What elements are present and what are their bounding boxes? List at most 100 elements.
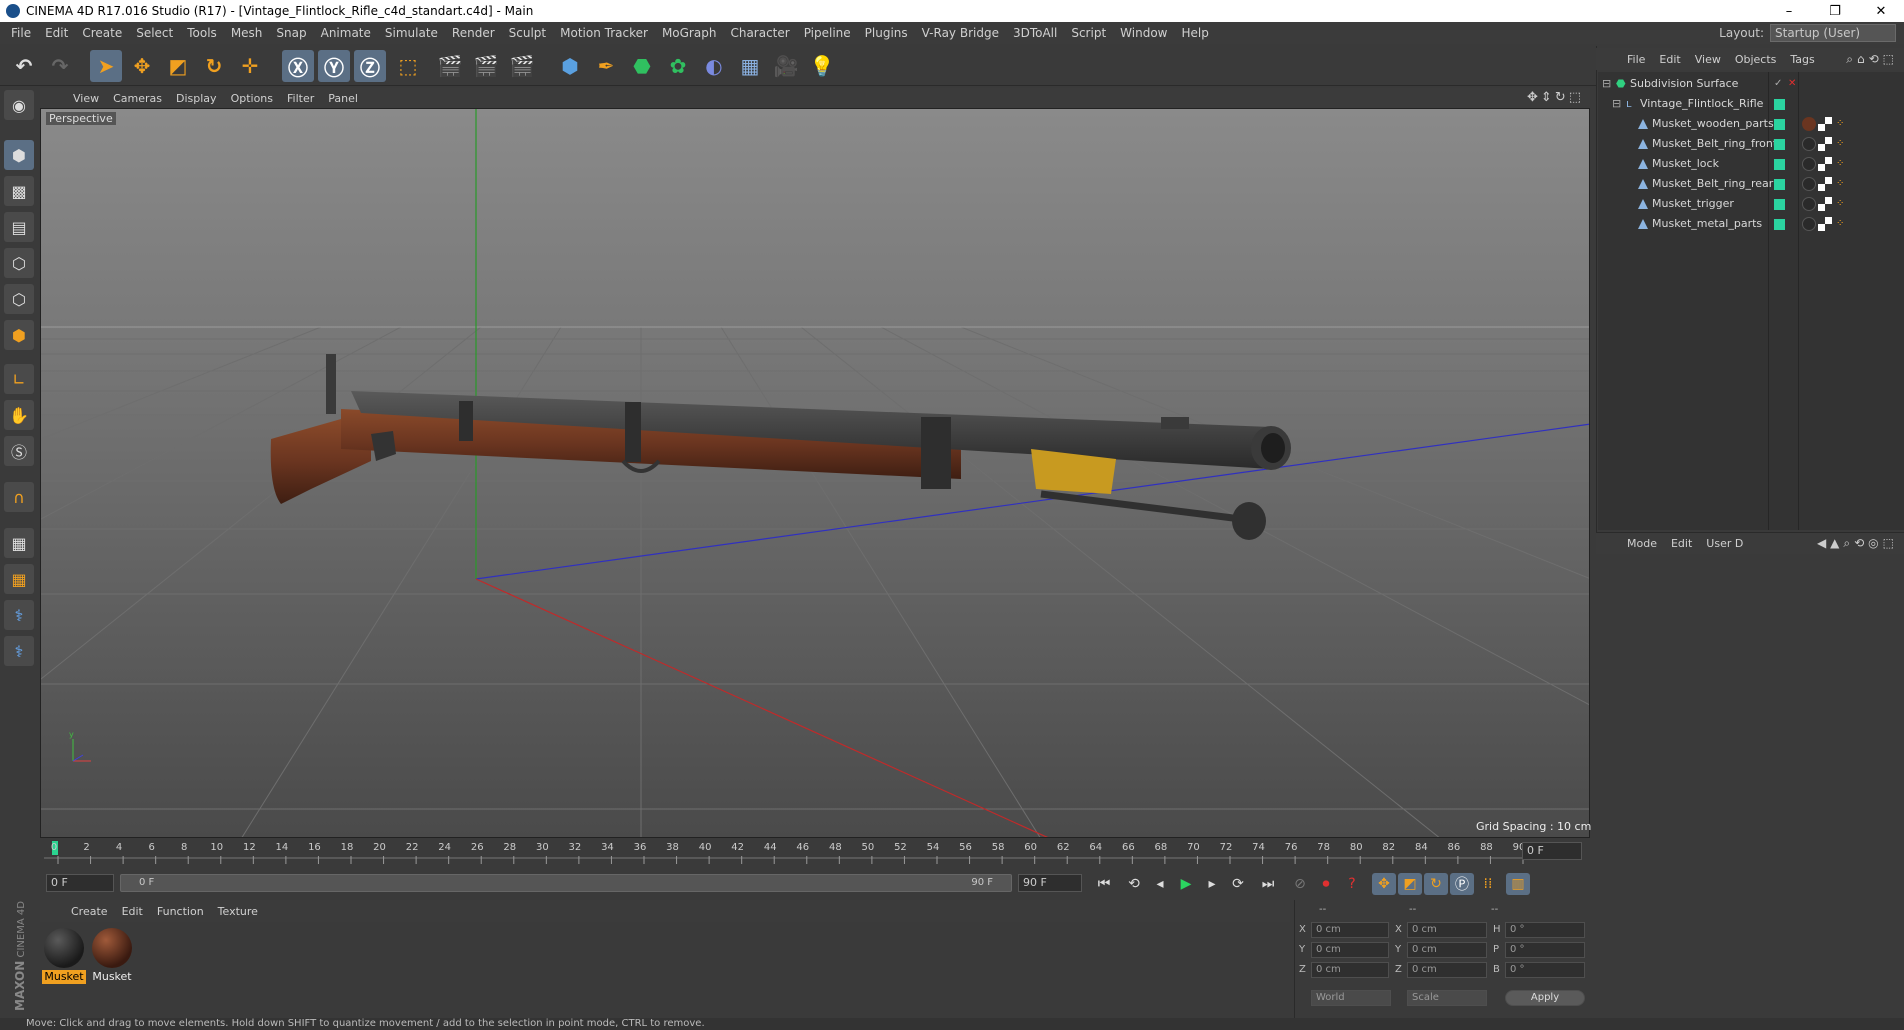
light-icon[interactable]: 💡 [806, 50, 838, 82]
next-key-icon[interactable]: ⟳ [1226, 873, 1250, 895]
menu-3dtoall[interactable]: 3DToAll [1006, 26, 1064, 40]
layer-color-icon[interactable] [1774, 119, 1785, 130]
uvw-tag-icon[interactable] [1818, 157, 1832, 171]
menu-sculpt[interactable]: Sculpt [502, 26, 553, 40]
material-menu-edit[interactable]: Edit [115, 905, 150, 918]
objects-search-home-icons[interactable]: ⌕⌂⟲⬚ [1846, 52, 1898, 67]
layer-color-icon[interactable] [1774, 139, 1785, 150]
locked-workplane-icon[interactable]: ▦ [4, 564, 34, 594]
material-menu-function[interactable]: Function [150, 905, 211, 918]
play-icon[interactable]: ▶ [1174, 873, 1198, 895]
axis-mode-icon[interactable]: ∟ [4, 364, 34, 394]
live-selection-icon[interactable]: ➤ [90, 50, 122, 82]
menu-mesh[interactable]: Mesh [224, 26, 270, 40]
menu-render[interactable]: Render [445, 26, 502, 40]
camera-icon[interactable]: 🎥 [770, 50, 802, 82]
objects-menu-edit[interactable]: Edit [1652, 53, 1687, 66]
layer-color-icon[interactable] [1774, 199, 1785, 210]
current-frame-field[interactable]: 0 F [1522, 842, 1582, 860]
layer-color-icon[interactable] [1774, 99, 1785, 110]
position-x-field[interactable]: 0 cm [1311, 922, 1389, 938]
restore-button[interactable]: ❐ [1812, 0, 1858, 22]
make-editable-icon[interactable]: ◉ [4, 90, 34, 120]
model-mode-icon[interactable]: ⬢ [4, 140, 34, 170]
redo-icon[interactable]: ↷ [44, 50, 76, 82]
attributes-nav-icons[interactable]: ◀▲⌕⟲◎⬚ [1817, 536, 1898, 551]
uvw-tag-icon[interactable] [1818, 117, 1832, 131]
phong-tag-icon[interactable]: ⁘ [1836, 214, 1844, 234]
undo-icon[interactable]: ↶ [8, 50, 40, 82]
snap-icon[interactable]: Ⓢ [4, 436, 34, 466]
rotation-p-field[interactable]: 0 ° [1505, 942, 1585, 958]
python-script-2-icon[interactable]: ⚕ [4, 636, 34, 666]
menu-script[interactable]: Script [1064, 26, 1113, 40]
menu-select[interactable]: Select [129, 26, 180, 40]
deformer-icon[interactable]: ◐ [698, 50, 730, 82]
menu-create[interactable]: Create [75, 26, 129, 40]
material-tag-icon[interactable] [1802, 117, 1816, 131]
position-y-field[interactable]: 0 cm [1311, 942, 1389, 958]
tweak-mode-icon[interactable]: ✋ [4, 400, 34, 430]
uvw-tag-icon[interactable] [1818, 217, 1832, 231]
attributes-menu-edit[interactable]: Edit [1664, 537, 1699, 550]
record-keys-icon[interactable]: ⊘ [1288, 873, 1312, 895]
menu-edit[interactable]: Edit [38, 26, 75, 40]
key-param-icon[interactable]: Ⓟ [1450, 873, 1474, 895]
menu-file[interactable]: File [4, 26, 38, 40]
prev-frame-icon[interactable]: ◂ [1148, 873, 1172, 895]
layout-dropdown[interactable]: Startup (User) [1770, 24, 1896, 42]
viewport-menu-display[interactable]: Display [169, 92, 224, 105]
phong-tag-icon[interactable]: ⁘ [1836, 174, 1844, 194]
position-z-field[interactable]: 0 cm [1311, 962, 1389, 978]
points-mode-icon[interactable]: ⬡ [4, 248, 34, 278]
viewport-menu-options[interactable]: Options [224, 92, 280, 105]
key-position-icon[interactable]: ✥ [1372, 873, 1396, 895]
material-menu-texture[interactable]: Texture [211, 905, 265, 918]
material-tag-icon[interactable] [1802, 137, 1816, 151]
floor-icon[interactable]: ▦ [734, 50, 766, 82]
object-row-musket-belt-ring-front[interactable]: Musket_Belt_ring_front ⁘ [1598, 134, 1904, 154]
phong-tag-icon[interactable]: ⁘ [1836, 154, 1844, 174]
material-tag-icon[interactable] [1802, 197, 1816, 211]
material-swatch[interactable]: Musket [90, 926, 134, 984]
attributes-menu-userdata[interactable]: User D [1699, 537, 1750, 550]
object-row-musket-lock[interactable]: Musket_lock ⁘ [1598, 154, 1904, 174]
prev-key-icon[interactable]: ⟲ [1122, 873, 1146, 895]
timeline-window-icon[interactable]: ▥ [1506, 873, 1530, 895]
layer-color-icon[interactable] [1774, 219, 1785, 230]
material-menu-create[interactable]: Create [64, 905, 115, 918]
object-row-vintage-flintlock-rifle[interactable]: ⊟ ʟ Vintage_Flintlock_Rifle [1598, 94, 1904, 114]
rotation-h-field[interactable]: 0 ° [1505, 922, 1585, 938]
menu-character[interactable]: Character [723, 26, 796, 40]
keyframe-selection-icon[interactable]: ? [1340, 873, 1364, 895]
object-row-musket-wooden-parts[interactable]: Musket_wooden_parts ⁘ [1598, 114, 1904, 134]
goto-end-icon[interactable]: ⏭ [1256, 873, 1280, 895]
menu-window[interactable]: Window [1113, 26, 1174, 40]
y-axis-lock-icon[interactable]: Ⓨ [318, 50, 350, 82]
texture-mode-icon[interactable]: ▩ [4, 176, 34, 206]
render-view-icon[interactable]: 🎬 [434, 50, 466, 82]
render-settings-icon[interactable]: 🎬 [506, 50, 538, 82]
layer-color-icon[interactable] [1774, 159, 1785, 170]
next-frame-icon[interactable]: ▸ [1200, 873, 1224, 895]
object-row-musket-belt-ring-rear[interactable]: Musket_Belt_ring_rear ⁘ [1598, 174, 1904, 194]
uvw-tag-icon[interactable] [1818, 177, 1832, 191]
size-z-field[interactable]: 0 cm [1407, 962, 1487, 978]
objects-menu-file[interactable]: File [1620, 53, 1652, 66]
python-script-icon[interactable]: ⚕ [4, 600, 34, 630]
menu-mograph[interactable]: MoGraph [655, 26, 724, 40]
layer-color-icon[interactable] [1774, 179, 1785, 190]
key-rotation-icon[interactable]: ↻ [1424, 873, 1448, 895]
minimize-button[interactable]: – [1766, 0, 1812, 22]
key-pla-icon[interactable]: ⁞⁞ [1476, 873, 1500, 895]
scale-tool-icon[interactable]: ◩ [162, 50, 194, 82]
checkmark-icon[interactable]: ✓ [1774, 74, 1782, 94]
coordinate-space-dropdown[interactable]: World [1311, 990, 1391, 1006]
workplane-icon[interactable]: ▤ [4, 212, 34, 242]
rotation-b-field[interactable]: 0 ° [1505, 962, 1585, 978]
start-frame-field[interactable]: 0 F [46, 874, 114, 892]
object-row-subdivision-surface[interactable]: ⊟ ⬣ Subdivision Surface ✓ ✕ [1598, 74, 1904, 94]
key-scale-icon[interactable]: ◩ [1398, 873, 1422, 895]
size-x-field[interactable]: 0 cm [1407, 922, 1487, 938]
menu-tools[interactable]: Tools [180, 26, 224, 40]
